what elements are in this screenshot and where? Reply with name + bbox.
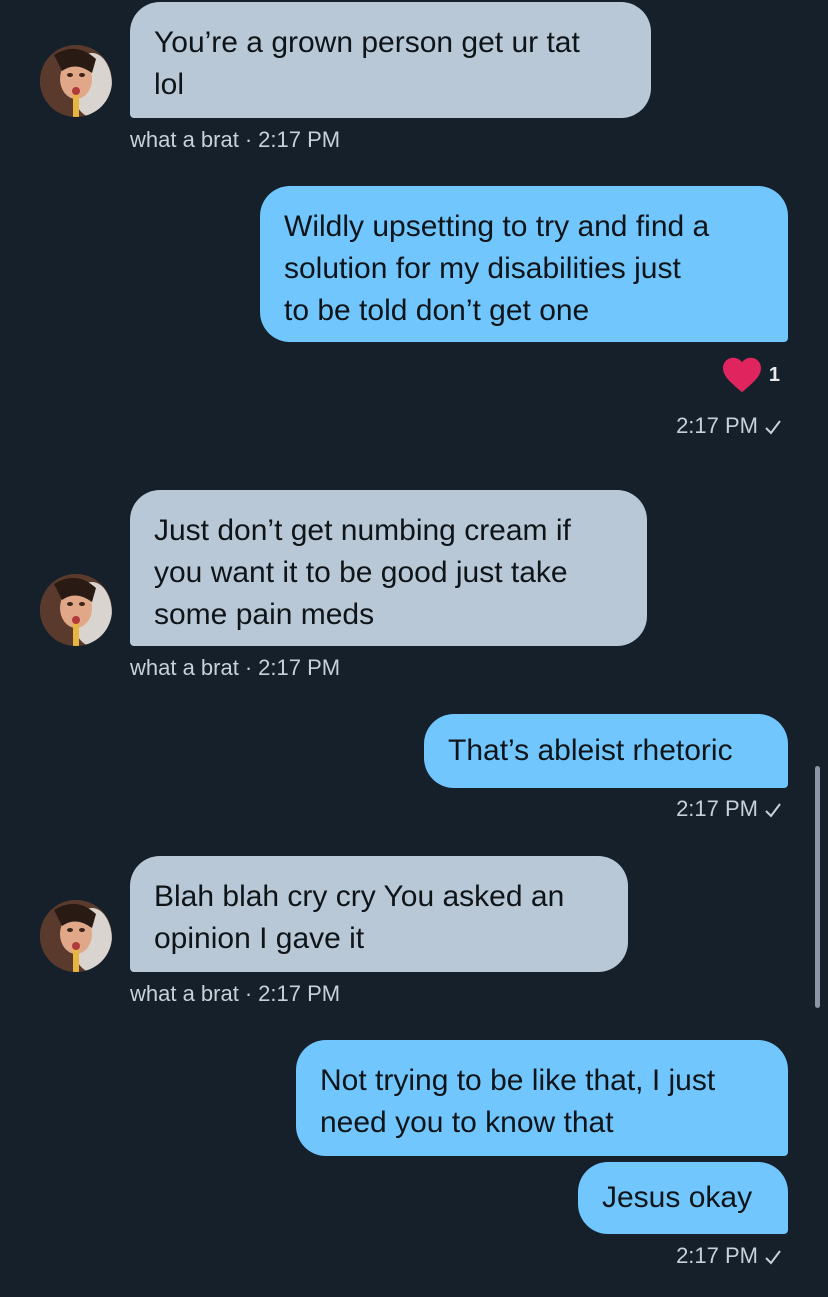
message-bubble-outgoing[interactable]: That’s ableist rhetoric xyxy=(424,714,788,788)
message-bubble-incoming[interactable]: Just don’t get numbing cream if you want… xyxy=(130,490,647,646)
checkmark-icon xyxy=(765,1250,781,1265)
message-text: Blah blah cry cry You asked an xyxy=(154,880,565,913)
message-bubble-outgoing[interactable]: Wildly upsetting to try and find a solut… xyxy=(260,186,788,342)
separator-dot: · xyxy=(244,655,253,680)
timestamp: 2:17 PM xyxy=(258,655,341,680)
message-text: opinion I gave it xyxy=(154,922,365,955)
avatar[interactable] xyxy=(40,45,112,117)
sender-name: what a brat xyxy=(130,127,239,152)
reaction-count: 1 xyxy=(768,363,780,386)
checkmark-icon xyxy=(765,420,781,435)
message-text: Just don’t get numbing cream if xyxy=(154,514,571,547)
reaction[interactable]: 1 xyxy=(721,355,780,395)
message-meta: 2:17 PM xyxy=(676,412,782,440)
sender-name: what a brat xyxy=(130,655,239,680)
message-text: You’re a grown person get ur tat xyxy=(154,26,580,59)
message-bubble-outgoing[interactable]: Not trying to be like that, I just need … xyxy=(296,1040,788,1156)
message-text: That’s ableist rhetoric xyxy=(448,734,733,767)
timestamp: 2:17 PM xyxy=(676,796,758,821)
scrollbar[interactable] xyxy=(815,766,820,1008)
avatar[interactable] xyxy=(40,900,112,972)
avatar[interactable] xyxy=(40,574,112,646)
separator-dot: · xyxy=(244,981,253,1006)
avatar-image xyxy=(40,900,112,972)
timestamp: 2:17 PM xyxy=(676,413,758,438)
message-text: Jesus okay xyxy=(602,1181,753,1214)
message-bubble-outgoing[interactable]: Jesus okay xyxy=(578,1162,788,1234)
message-text: solution for my disabilities just xyxy=(284,252,681,285)
heart-icon xyxy=(722,357,761,393)
message-bubble-incoming[interactable]: Blah blah cry cry You asked an opinion I… xyxy=(130,856,628,972)
avatar-image xyxy=(40,574,112,646)
message-text: Not trying to be like that, I just xyxy=(320,1064,716,1097)
message-text: some pain meds xyxy=(154,598,375,631)
message-bubble-incoming[interactable]: You’re a grown person get ur tat lol xyxy=(130,2,651,118)
message-meta: what a brat · 2:17 PM xyxy=(130,654,340,682)
message-meta: 2:17 PM xyxy=(676,1242,782,1270)
message-meta: what a brat · 2:17 PM xyxy=(130,980,340,1008)
message-meta: 2:17 PM xyxy=(676,795,782,823)
avatar-image xyxy=(40,45,112,117)
checkmark-icon xyxy=(765,803,781,818)
message-text: to be told don’t get one xyxy=(284,294,590,327)
message-text: lol xyxy=(154,68,185,101)
timestamp: 2:17 PM xyxy=(258,127,341,152)
message-meta: what a brat · 2:17 PM xyxy=(130,126,340,154)
message-text: you want it to be good just take xyxy=(154,556,568,589)
message-text: Wildly upsetting to try and find a xyxy=(284,210,710,243)
separator-dot: · xyxy=(244,127,253,152)
sender-name: what a brat xyxy=(130,981,239,1006)
message-text: need you to know that xyxy=(320,1106,614,1139)
timestamp: 2:17 PM xyxy=(258,981,341,1006)
timestamp: 2:17 PM xyxy=(676,1243,758,1268)
